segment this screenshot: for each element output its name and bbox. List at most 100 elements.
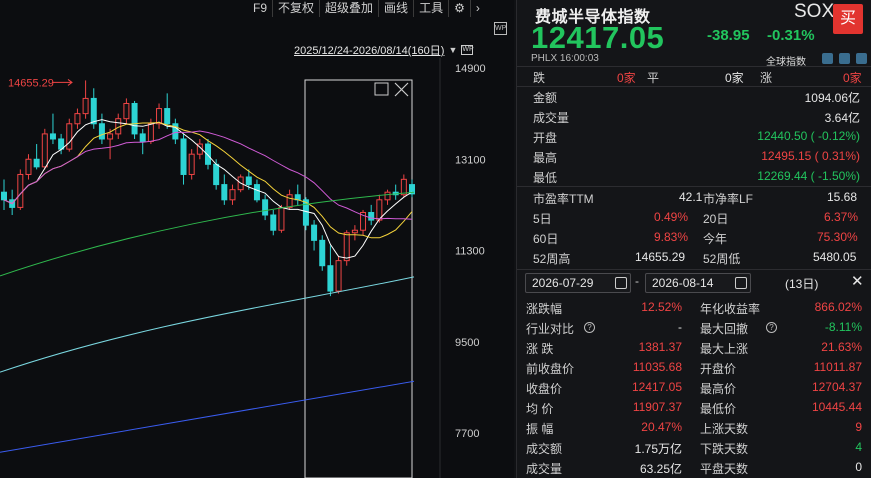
y-tick-label: 14900 [455, 63, 486, 75]
candle-body [17, 173, 24, 208]
chart-range[interactable]: 2025/12/24-2026/08/14(160日) ▼ WP [294, 42, 474, 58]
interval-row: 振 幅 20.47% 上涨天数 9 [517, 418, 871, 437]
breadth-up-value: 0家 [843, 71, 862, 85]
d5-d20-row: 5日 0.49% 20日 6.37% [517, 208, 871, 227]
chevron-right-icon[interactable]: › [469, 0, 485, 17]
candle-body [335, 260, 342, 292]
kline-chart-area[interactable]: 14900 13100 11300 9500 7700 14655.29 F9 不复权 超… [0, 0, 514, 478]
interval-label: 涨跌幅 [526, 302, 563, 316]
help-icon[interactable]: ? [584, 322, 595, 333]
candle-body [368, 211, 375, 221]
interval-label: 前收盘价 [526, 362, 575, 376]
toolbar-tools[interactable]: 工具 [413, 0, 448, 17]
interval-value: 10445.44 [811, 400, 862, 414]
quote-panel: 费城半导体指数 SOX 买 12417.05 -38.95 -0.31% PHL… [516, 0, 871, 478]
candle-body [253, 184, 260, 201]
candle-body [327, 265, 334, 292]
max-price-label: 14655.29 [8, 77, 54, 89]
price-change-pct: -0.31% [767, 27, 815, 44]
toolbar-f9[interactable]: F9 [248, 0, 272, 17]
stat-label: 成交量 [533, 111, 570, 125]
d5-value: 0.49% [654, 210, 689, 224]
stat-label: 最低 [533, 171, 558, 185]
interval-row: 行业对比? - 最大回撤? -8.11% [517, 318, 871, 337]
interval-value: 12417.05 [631, 380, 682, 394]
close-icon[interactable]: ✕ [851, 272, 864, 290]
pb-label: 市净率LF [703, 192, 754, 206]
toolbar-overlay[interactable]: 超级叠加 [319, 0, 378, 17]
stat-row: 最低 12269.44 ( -1.50%) [517, 167, 871, 186]
high52-label: 52周高 [533, 252, 571, 266]
caret-down-icon[interactable]: ▼ [448, 45, 457, 55]
candle-body [90, 97, 97, 125]
calendar-icon[interactable] [735, 277, 747, 289]
ma250-line [0, 380, 415, 453]
high52-value: 14655.29 [635, 250, 686, 264]
chart-toolbar: F9 不复权 超级叠加 画线 工具 ⚙ › [248, 0, 485, 17]
interval-value: 63.25亿 [639, 462, 682, 476]
interval-value: 11035.68 [632, 360, 682, 374]
start-date: 2026-07-29 [532, 276, 594, 290]
breadth-row: 跌 0家 平 0家 涨 0家 [517, 67, 871, 86]
breadth-flat-value: 0家 [725, 71, 744, 85]
interval-value: 1381.37 [638, 340, 682, 354]
end-date: 2026-08-14 [652, 276, 714, 290]
interval-row: 前收盘价 11035.68 开盘价 11011.87 [517, 358, 871, 377]
interval-value: 0 [855, 460, 862, 474]
end-date-picker[interactable]: 2026-08-14 [645, 273, 751, 293]
d20-value: 6.37% [824, 210, 859, 224]
calendar-icon[interactable] [615, 277, 627, 289]
stat-value: 3.64亿 [824, 111, 860, 125]
interval-label: 年化收益率 [700, 302, 761, 316]
interval-label: 行业对比 [526, 322, 575, 336]
interval-row: 涨 跌 1381.37 最大上涨 21.63% [517, 338, 871, 357]
candle-body [278, 206, 285, 231]
candle-body [82, 97, 89, 115]
buy-button[interactable]: 买 [833, 4, 863, 34]
candle-body [180, 138, 187, 175]
candle-body [343, 232, 350, 262]
toolbar-adjust[interactable]: 不复权 [272, 0, 319, 17]
interval-label: 均 价 [526, 402, 554, 416]
share-icon[interactable] [856, 53, 867, 64]
ytd-value: 75.30% [817, 230, 858, 244]
interval-label: 最高价 [700, 382, 737, 396]
candle-body [98, 123, 105, 140]
bell-icon[interactable] [839, 53, 850, 64]
y-tick-label: 13100 [455, 154, 486, 166]
close-icon [394, 82, 409, 97]
edit-icon[interactable] [822, 53, 833, 64]
breadth-down-label: 跌 [533, 71, 546, 85]
interval-date-row: 2026-07-29 - 2026-08-14 (13日) ✕ [525, 273, 870, 295]
wp-icon[interactable]: WP [494, 22, 507, 35]
interval-label: 最低价 [700, 402, 737, 416]
candle-body [286, 194, 293, 208]
wp-small-icon[interactable]: WP [461, 45, 474, 55]
start-date-picker[interactable]: 2026-07-29 [525, 273, 631, 293]
interval-label: 成交额 [526, 442, 563, 456]
ma120-line [0, 276, 415, 373]
stat-label: 金额 [533, 91, 558, 105]
toolbar-draw[interactable]: 画线 [378, 0, 413, 17]
candle-body [384, 191, 391, 201]
candle-body [107, 133, 114, 140]
y-tick-label: 7700 [455, 428, 479, 440]
candle-body [147, 123, 154, 143]
help-icon[interactable]: ? [766, 322, 777, 333]
candle-body [245, 176, 252, 186]
week52-row: 52周高 14655.29 52周低 5480.05 [517, 248, 871, 267]
candle-body [221, 184, 228, 201]
max-arrow-icon [52, 79, 73, 86]
candle-body [319, 239, 326, 267]
d60-ytd-row: 60日 9.83% 今年 75.30% [517, 228, 871, 247]
interval-value: -8.11% [824, 320, 862, 334]
breadth-up-label: 涨 [760, 71, 773, 85]
maximize-icon [374, 82, 389, 96]
candle-body [66, 123, 73, 150]
gear-icon[interactable]: ⚙ [448, 0, 470, 17]
chart-range-text: 2025/12/24-2026/08/14(160日) [294, 45, 445, 57]
date-separator: - [635, 274, 639, 288]
candle-body [229, 189, 236, 201]
kline-chart[interactable]: 14900 13100 11300 9500 7700 14655.29 [0, 0, 514, 478]
interval-label: 平盘天数 [700, 462, 749, 476]
